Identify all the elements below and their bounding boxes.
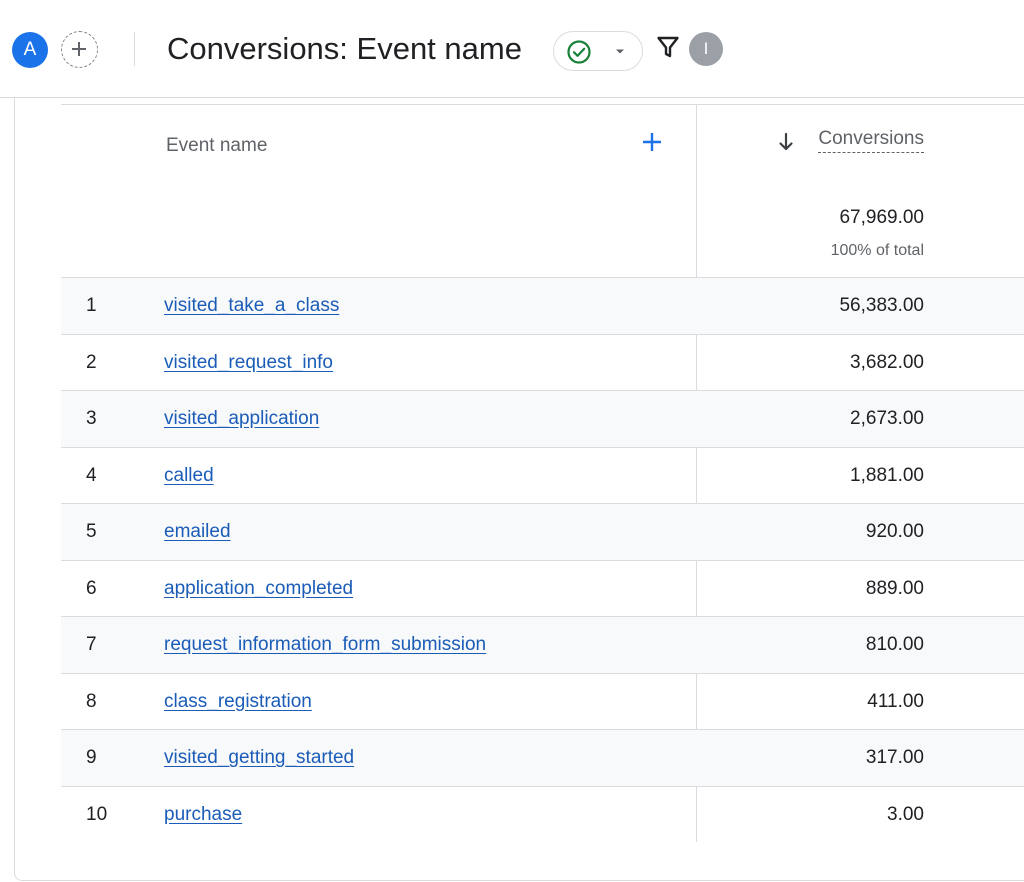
table-row: 10 purchase 3.00	[61, 785, 1024, 843]
row-index: 6	[86, 577, 97, 599]
row-index: 7	[86, 634, 97, 655]
conversions-value: 1,881.00	[850, 464, 924, 486]
report-status-dropdown[interactable]	[553, 31, 643, 71]
row-index: 10	[86, 803, 108, 825]
conversions-value: 920.00	[865, 521, 924, 542]
row-index: 8	[86, 690, 97, 712]
table-top-border	[61, 104, 1024, 105]
conversions-value: 810.00	[865, 634, 924, 655]
event-name-link[interactable]: visited_take_a_class	[164, 295, 339, 317]
comparison-avatar[interactable]: A	[12, 32, 48, 68]
event-name-link[interactable]: class_registration	[164, 691, 312, 713]
report-header: A Conversions: Event name I	[0, 0, 1024, 98]
table-row: 3 visited_application 2,673.00	[61, 390, 1024, 447]
report-title: Conversions: Event name	[167, 31, 522, 66]
total-value: 67,969.00	[839, 207, 924, 228]
table-row: 2 visited_request_info 3,682.00	[61, 333, 1024, 391]
conversions-value: 3,682.00	[850, 351, 924, 373]
conversions-value: 889.00	[865, 577, 924, 599]
table-body: 1 visited_take_a_class 56,383.00 2 visit…	[61, 277, 1024, 842]
row-index: 1	[86, 295, 97, 316]
row-index: 2	[86, 351, 97, 373]
event-name-link[interactable]: request_information_form_submission	[164, 634, 486, 656]
conversions-value: 411.00	[867, 690, 924, 712]
sort-descending-icon[interactable]	[778, 132, 794, 152]
table-row: 6 application_completed 889.00	[61, 559, 1024, 617]
table-row: 9 visited_getting_started 317.00	[61, 729, 1024, 786]
table-row: 8 class_registration 411.00	[61, 672, 1024, 730]
event-name-link[interactable]: visited_application	[164, 408, 319, 430]
metric-column-header[interactable]: Conversions	[818, 128, 924, 153]
add-comparison-button[interactable]	[61, 31, 98, 68]
add-comparison-icon	[72, 42, 86, 56]
event-name-link[interactable]: called	[164, 465, 214, 487]
event-name-link[interactable]: purchase	[164, 804, 242, 826]
conversions-value: 317.00	[865, 747, 924, 768]
table-row: 5 emailed 920.00	[61, 503, 1024, 560]
dimension-column-header[interactable]: Event name	[166, 135, 267, 157]
event-name-link[interactable]: application_completed	[164, 578, 353, 600]
caret-down-icon	[616, 49, 624, 54]
row-index: 3	[86, 408, 97, 429]
row-index: 4	[86, 464, 97, 486]
event-name-link[interactable]: visited_getting_started	[164, 747, 354, 769]
add-dimension-icon[interactable]	[641, 131, 663, 153]
row-index: 5	[86, 521, 97, 542]
event-name-link[interactable]: visited_request_info	[164, 352, 333, 374]
conversions-value: 3.00	[887, 803, 924, 825]
total-percent: 100% of total	[830, 242, 924, 259]
event-name-link[interactable]: emailed	[164, 521, 231, 543]
row-index: 9	[86, 747, 97, 768]
conversions-value: 2,673.00	[850, 408, 924, 429]
check-circle-icon	[567, 40, 591, 64]
table-row: 1 visited_take_a_class 56,383.00	[61, 277, 1024, 334]
table-row: 4 called 1,881.00	[61, 446, 1024, 504]
info-badge[interactable]: I	[689, 32, 723, 66]
conversions-value: 56,383.00	[839, 295, 924, 316]
filter-icon[interactable]	[656, 35, 680, 59]
header-divider	[134, 32, 135, 66]
table-row: 7 request_information_form_submission 81…	[61, 616, 1024, 673]
